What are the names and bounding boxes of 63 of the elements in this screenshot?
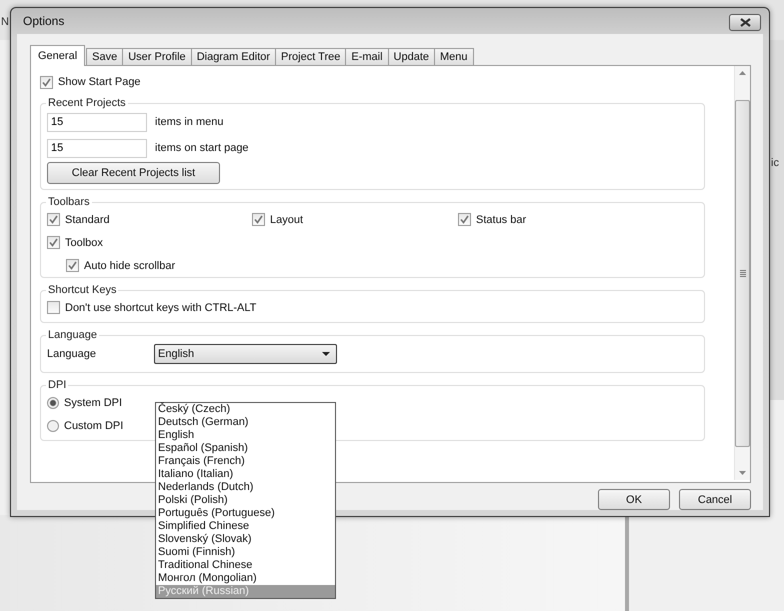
dropdown-item[interactable]: Suomi (Finnish) (156, 546, 335, 559)
clear-button[interactable]: Clear Recent Projects list (47, 162, 220, 184)
group-title: Shortcut Keys (47, 284, 118, 296)
field-label: Language (47, 348, 97, 360)
group-title: Recent Projects (47, 97, 127, 109)
field-label: items on start page (155, 142, 249, 154)
scroll-down-arrow-icon[interactable] (739, 471, 746, 475)
tab[interactable]: General (30, 45, 86, 66)
dropdown-item[interactable]: Deutsch (German) (156, 416, 335, 429)
app-text: ic (771, 157, 779, 169)
checkbox-label: Toolbox (65, 236, 103, 248)
group-title: DPI (47, 379, 68, 391)
tab[interactable]: User Profile (122, 48, 192, 66)
close-button[interactable] (729, 14, 761, 30)
checkbox[interactable] (47, 236, 60, 249)
dropdown-item[interactable]: Монгол (Mongolian) (156, 572, 335, 585)
radio-label: System DPI (64, 396, 122, 408)
dialog-button[interactable]: Cancel (679, 489, 751, 510)
tab[interactable]: Menu (434, 48, 474, 66)
tab[interactable]: Save (86, 48, 124, 66)
number-field[interactable]: 15 (47, 112, 147, 132)
checkbox-label: Auto hide scrollbar (84, 260, 176, 272)
tab[interactable]: Diagram Editor (190, 48, 276, 66)
tab[interactable]: Update (388, 48, 436, 66)
dropdown-item[interactable]: Traditional Chinese (156, 559, 335, 572)
checkbox[interactable] (66, 259, 79, 272)
dropdown-item[interactable]: Polski (Polish) (156, 494, 335, 507)
tab[interactable]: Project Tree (275, 48, 346, 66)
dropdown-item[interactable]: Nederlands (Dutch) (156, 481, 335, 494)
close-icon (740, 18, 750, 26)
dropdown-item[interactable]: Español (Spanish) (156, 442, 335, 455)
checkbox-label: Show Start Page (58, 76, 141, 88)
app-text: N (1, 16, 9, 28)
scrollbar[interactable] (734, 66, 750, 480)
checkbox-label: Layout (270, 214, 304, 226)
window-title: Options (23, 14, 64, 28)
dialog-button[interactable]: OK (598, 489, 670, 510)
checkbox[interactable] (252, 213, 265, 226)
radio-button[interactable] (47, 420, 59, 432)
checkbox-label: Standard (65, 214, 110, 226)
dropdown-item[interactable]: Italiano (Italian) (156, 468, 335, 481)
field-label: items in menu (155, 116, 224, 128)
tab[interactable]: E-mail (345, 48, 389, 66)
dropdown-item[interactable]: English (156, 429, 335, 442)
language-dropdown[interactable]: English (154, 344, 337, 364)
dropdown-item[interactable]: Simplified Chinese (156, 520, 335, 533)
group-title: Toolbars (47, 196, 91, 208)
dropdown-item[interactable]: Português (Portuguese) (156, 507, 335, 520)
dropdown-item[interactable]: Český (Czech) (156, 403, 335, 416)
dropdown-item[interactable]: Slovenský (Slovak) (156, 533, 335, 546)
checkbox-label: Don't use shortcut keys with CTRL-ALT (65, 302, 256, 314)
number-field[interactable]: 15 (47, 138, 147, 158)
group-title: Language (47, 329, 98, 341)
caret-icon (322, 352, 330, 356)
checkbox[interactable] (40, 76, 53, 88)
checkbox-label: Status bar (476, 214, 526, 226)
dropdown-item[interactable]: Français (French) (156, 455, 335, 468)
checkbox[interactable] (458, 213, 471, 226)
scroll-up-arrow-icon[interactable] (739, 71, 746, 75)
radio-button[interactable] (47, 396, 59, 408)
checkbox[interactable] (47, 301, 60, 314)
radio-label: Custom DPI (64, 420, 124, 432)
checkbox[interactable] (47, 213, 60, 226)
